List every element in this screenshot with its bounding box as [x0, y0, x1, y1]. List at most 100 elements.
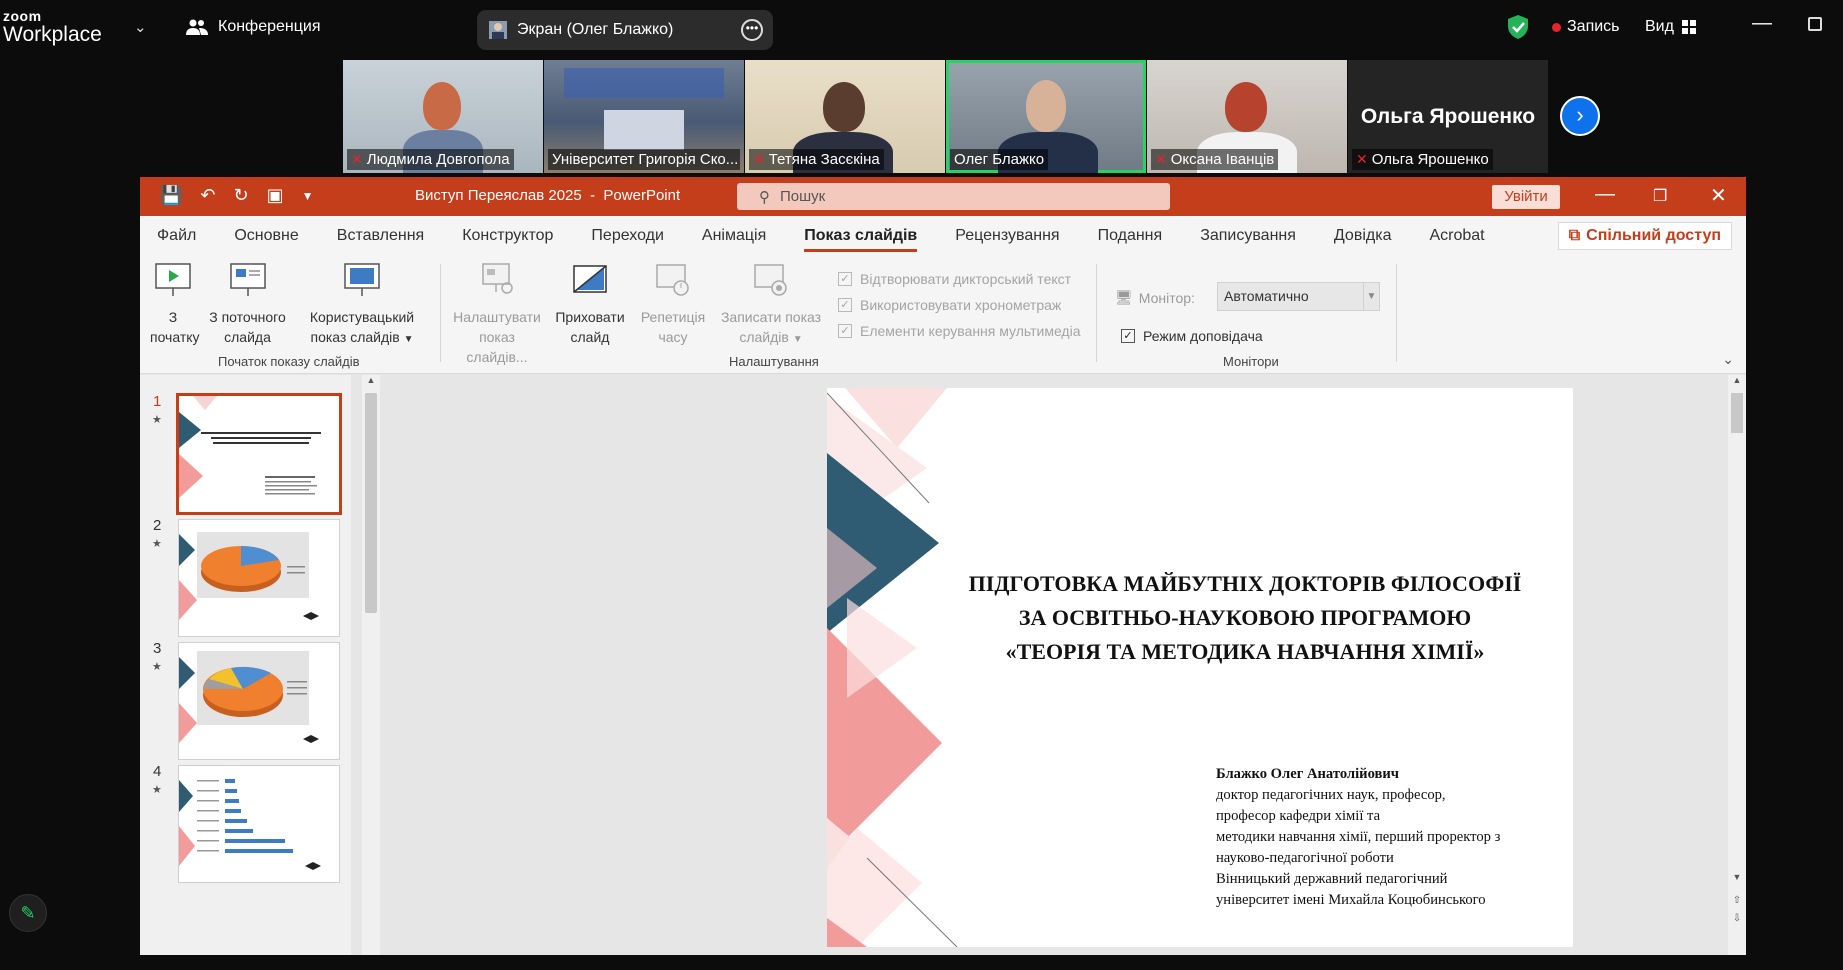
author-name: Блажко Олег Анатолійович: [1216, 766, 1400, 782]
chevron-down-icon: ▼: [403, 334, 414, 345]
group-label-setup: Налаштування: [729, 354, 819, 369]
presenter-view-checkbox[interactable]: ✓ Режим доповідача: [1121, 328, 1263, 344]
powerpoint-title-bar: 💾 ↶ ↻ ▣ ▼ Виступ Переяслав 2025 - PowerP…: [140, 177, 1746, 216]
participant-tile[interactable]: ✕ Оксана Іванців: [1147, 60, 1347, 173]
from-beginning-button[interactable]: З початку: [150, 262, 200, 347]
share-button[interactable]: ⧉ Спільний доступ: [1557, 222, 1732, 250]
screen-share-pill[interactable]: Экран (Олег Блажко) •••: [477, 10, 773, 50]
tab-animations[interactable]: Анімація: [702, 227, 766, 245]
tab-acrobat[interactable]: Acrobat: [1429, 227, 1484, 245]
save-icon[interactable]: 💾: [160, 185, 182, 206]
tab-view[interactable]: Подання: [1098, 227, 1163, 245]
conference-room-backdrop: [564, 68, 724, 98]
muted-mic-icon: ✕: [1356, 151, 1368, 167]
animation-star-icon: ★: [152, 414, 162, 426]
scroll-up-arrow[interactable]: ▲: [1728, 375, 1746, 385]
share-label: Спільний доступ: [1586, 227, 1721, 244]
annotate-pen-icon[interactable]: ✎: [9, 894, 47, 932]
slide-thumbnail[interactable]: [176, 393, 342, 515]
redo-icon[interactable]: ↻: [234, 185, 249, 206]
restore-window-icon[interactable]: [1808, 17, 1822, 31]
participant-name-tag: Олег Блажко: [950, 149, 1049, 170]
participant-tile[interactable]: Ольга Ярошенко ✕ Ольга Ярошенко: [1348, 60, 1548, 173]
slide-thumbnail-pane: 1 ★ 2 ★ 3 ★ 4 ★: [140, 375, 351, 955]
use-timings-label: Використовувати хронометраж: [860, 297, 1062, 313]
checkmark-icon: ✓: [838, 272, 852, 286]
slide-thumbnail[interactable]: [178, 642, 340, 760]
sign-in-button[interactable]: Увійти: [1492, 185, 1560, 209]
participant-video-head: [1225, 82, 1267, 132]
tab-recording[interactable]: Записування: [1200, 227, 1296, 245]
search-box[interactable]: ⚲ Пошук: [737, 183, 1170, 210]
view-label: Вид: [1645, 18, 1674, 35]
more-options-icon[interactable]: •••: [741, 19, 763, 41]
media-controls-checkbox[interactable]: ✓ Елементи керування мультимедіа: [838, 323, 1081, 339]
scrollbar-thumb[interactable]: [1731, 393, 1743, 433]
participant-tile[interactable]: ✕ Людмила Довгопола: [343, 60, 543, 173]
tab-help[interactable]: Довідка: [1334, 227, 1392, 245]
slide-title-line: ПІДГОТОВКА МАЙБУТНІХ ДОКТОРІВ ФІЛОСОФІЇ: [968, 571, 1522, 596]
participant-strip: ✕ Людмила Довгопола Університет Григорія …: [343, 60, 1548, 173]
tab-slide-show[interactable]: Показ слайдів: [804, 227, 918, 252]
search-placeholder: Пошук: [780, 188, 826, 205]
from-current-slide-button[interactable]: З поточного слайда: [200, 262, 295, 347]
tab-file[interactable]: Файл: [157, 227, 196, 245]
tab-insert[interactable]: Вставлення: [337, 227, 424, 245]
record-indicator[interactable]: Запись: [1552, 18, 1620, 36]
scroll-down-arrow[interactable]: ▼: [1728, 872, 1746, 882]
restore-window-icon[interactable]: ❐: [1653, 186, 1667, 206]
rehearse-label-2: часу: [658, 329, 688, 345]
next-slide-icon[interactable]: ⇩: [1728, 913, 1746, 924]
set-up-slide-show-button[interactable]: Налаштувати показ слайдів...: [450, 262, 544, 367]
next-participants-button[interactable]: ›: [1560, 96, 1600, 136]
monitor-label-text: Монітор:: [1138, 289, 1195, 306]
thumbnail-scrollbar[interactable]: ▲: [362, 375, 380, 955]
use-timings-checkbox[interactable]: ✓ Використовувати хронометраж: [838, 297, 1061, 313]
encryption-shield-icon[interactable]: [1507, 14, 1529, 40]
close-icon[interactable]: ✕: [1710, 183, 1727, 208]
slide-thumbnail[interactable]: [178, 519, 340, 637]
view-button[interactable]: Вид: [1645, 18, 1696, 36]
chevron-down-icon[interactable]: ⌄: [134, 18, 147, 36]
undo-icon[interactable]: ↶: [200, 185, 215, 206]
tab-design[interactable]: Конструктор: [462, 227, 553, 245]
rehearse-timings-button[interactable]: Репетиція часу: [633, 262, 713, 347]
slide-scrollbar[interactable]: ▲ ▼ ⇧ ⇩: [1728, 375, 1746, 955]
scroll-up-arrow[interactable]: ▲: [362, 375, 380, 385]
hide-slide-label-2: слайд: [570, 329, 610, 345]
slide-number: 4: [153, 763, 162, 780]
participant-name: Тетяна Засєкіна: [768, 151, 880, 168]
monitor-label: 🖥 Монітор:: [1115, 289, 1195, 306]
slideshow-start-icon: [155, 263, 191, 296]
setup-slideshow-icon: [482, 263, 513, 294]
media-controls-label: Елементи керування мультимедіа: [860, 323, 1081, 339]
conference-button[interactable]: Конференция: [186, 18, 321, 36]
participant-tile-active-speaker[interactable]: Олег Блажко: [946, 60, 1146, 173]
tab-review[interactable]: Рецензування: [955, 227, 1059, 245]
tab-home[interactable]: Основне: [234, 227, 298, 245]
zoom-meeting-window: zoom Workplace ⌄ Конференция Экран (Олег…: [0, 0, 1843, 970]
customize-toolbar-icon[interactable]: ▼: [302, 189, 314, 203]
custom-slide-show-button[interactable]: Користувацький показ слайдів ▼: [302, 262, 422, 350]
slide-thumbnail[interactable]: [178, 765, 340, 883]
record-slide-show-button[interactable]: Записати показ слайдів ▼: [718, 262, 824, 350]
previous-slide-icon[interactable]: ⇧: [1728, 895, 1746, 906]
present-icon[interactable]: ▣: [267, 185, 284, 206]
minimize-icon[interactable]: —: [1752, 12, 1772, 35]
collapse-ribbon-icon[interactable]: ⌄: [1722, 351, 1734, 368]
hide-slide-button[interactable]: Приховати слайд: [550, 262, 630, 347]
participant-video-head: [1026, 80, 1066, 132]
custom-show-label-row: показ слайдів ▼: [302, 327, 422, 350]
play-narrations-checkbox[interactable]: ✓ Відтворювати дикторський текст: [838, 271, 1071, 287]
participant-tile[interactable]: ✕ Тетяна Засєкіна: [745, 60, 945, 173]
chevron-down-icon: ▼: [792, 334, 803, 345]
monitor-select[interactable]: Автоматично ▼: [1217, 282, 1380, 311]
tab-transitions[interactable]: Переходи: [591, 227, 663, 245]
current-slide[interactable]: ПІДГОТОВКА МАЙБУТНІХ ДОКТОРІВ ФІЛОСОФІЇ …: [827, 388, 1573, 947]
scrollbar-thumb[interactable]: [365, 393, 377, 613]
chevron-down-icon: ▼: [1363, 283, 1379, 310]
participant-tile[interactable]: Університет Григорія Ско...: [544, 60, 744, 173]
from-current-label: З поточного: [209, 309, 286, 325]
slideshow-current-icon: [229, 263, 266, 296]
minimize-icon[interactable]: —: [1595, 183, 1615, 206]
